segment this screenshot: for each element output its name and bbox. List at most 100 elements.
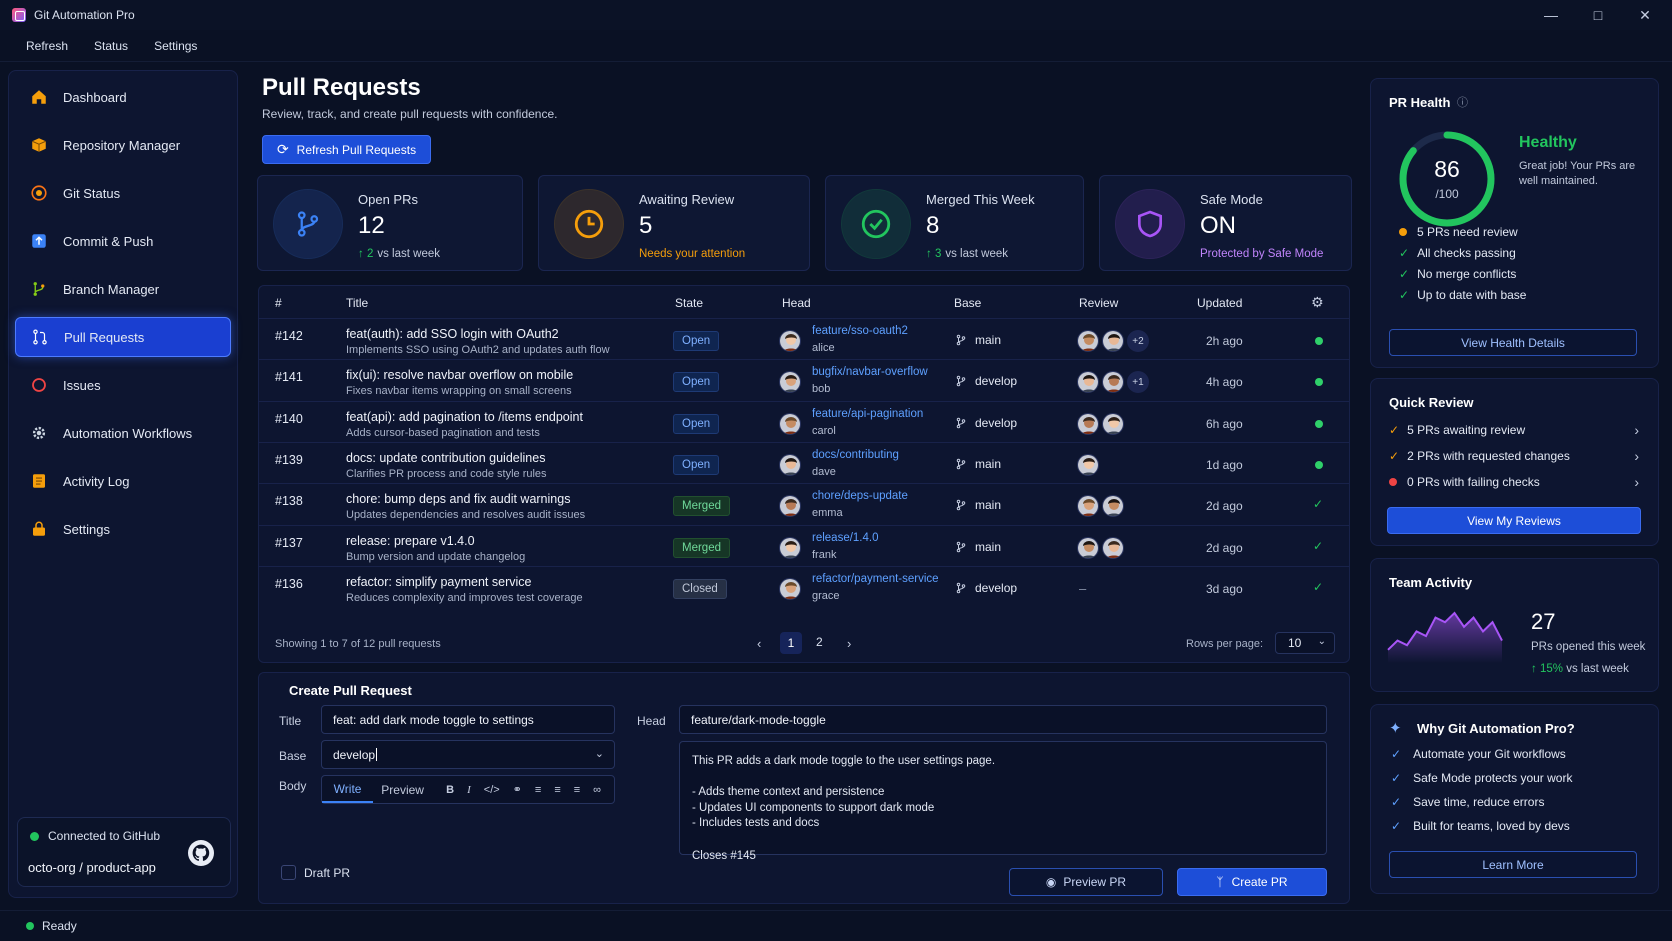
reviewer-avatar[interactable] <box>1102 412 1124 435</box>
col-base[interactable]: Base <box>954 296 981 310</box>
refresh-pull-requests-button[interactable]: ⟳ Refresh Pull Requests <box>262 135 431 164</box>
tab-preview[interactable]: Preview <box>373 783 432 797</box>
reviewer-avatar[interactable] <box>1102 371 1124 394</box>
author-avatar[interactable] <box>779 536 801 559</box>
sidebar-item-branch-manager[interactable]: Branch Manager <box>15 269 231 309</box>
table-row[interactable]: #136 refactor: simplify payment service Re… <box>259 565 1349 610</box>
pr-title[interactable]: release: prepare v1.4.0 <box>346 534 475 548</box>
link-icon[interactable]: ⚭ <box>513 783 522 796</box>
table-row[interactable]: #140 feat(api): add pagination to /items … <box>259 400 1349 445</box>
reviewer-avatar[interactable] <box>1077 453 1099 476</box>
code-icon[interactable]: </> <box>484 784 500 796</box>
quick-review-item[interactable]: ✓ 2 PRs with requested changes › <box>1389 447 1639 465</box>
sidebar-item-repository-manager[interactable]: Repository Manager <box>15 125 231 165</box>
more-reviewers-badge[interactable]: +2 <box>1127 330 1149 352</box>
prev-page-chevron-icon[interactable]: ‹ <box>757 636 761 651</box>
reviewer-avatar[interactable] <box>1077 371 1099 394</box>
page-2-button[interactable]: 2 <box>816 635 823 649</box>
view-health-details-button[interactable]: View Health Details <box>1389 329 1637 356</box>
numbered-list-icon[interactable]: ≡ <box>554 784 560 796</box>
table-row[interactable]: #137 release: prepare v1.4.0 Bump version … <box>259 524 1349 569</box>
italic-icon[interactable]: I <box>467 784 471 796</box>
col-title[interactable]: Title <box>346 296 368 310</box>
pr-body-textarea[interactable]: This PR adds a dark mode toggle to the u… <box>679 741 1327 862</box>
pr-title[interactable]: fix(ui): resolve navbar overflow on mobi… <box>346 368 573 382</box>
sidebar-item-issues[interactable]: Issues <box>15 365 231 405</box>
head-branch-link[interactable]: feature/api-pagination <box>812 408 923 420</box>
preview-pr-button[interactable]: ◉ Preview PR <box>1009 868 1163 896</box>
table-settings-gear-icon[interactable]: ⚙ <box>1311 294 1324 311</box>
pr-base-select[interactable]: develop ⌄ <box>321 740 615 769</box>
draft-pr-checkbox[interactable] <box>281 865 296 880</box>
bullet-list-icon[interactable]: ≡ <box>535 784 541 796</box>
quick-review-item[interactable]: ✓ 5 PRs awaiting review › <box>1389 421 1639 439</box>
pr-head-input[interactable]: feature/dark-mode-toggle <box>679 705 1327 734</box>
sidebar-item-automation-workflows[interactable]: Automation Workflows <box>15 413 231 453</box>
pr-title[interactable]: feat(api): add pagination to /items endp… <box>346 410 583 424</box>
head-branch-link[interactable]: bugfix/navbar-overflow <box>812 366 928 378</box>
col-updated[interactable]: Updated <box>1197 296 1242 310</box>
page-1-button[interactable]: 1 <box>780 632 802 654</box>
bold-icon[interactable]: B <box>446 784 454 796</box>
table-row[interactable]: #141 fix(ui): resolve navbar overflow on … <box>259 359 1349 403</box>
author-avatar[interactable] <box>779 412 801 435</box>
pr-number[interactable]: #139 <box>275 453 303 467</box>
head-branch-link[interactable]: feature/sso-oauth2 <box>812 325 908 337</box>
pr-number[interactable]: #137 <box>275 536 303 550</box>
pr-number[interactable]: #142 <box>275 329 303 343</box>
menu-status[interactable]: Status <box>94 39 128 53</box>
pr-title[interactable]: refactor: simplify payment service <box>346 575 531 589</box>
maximize-button[interactable]: □ <box>1575 0 1621 30</box>
pr-title-input[interactable]: feat: add dark mode toggle to settings <box>321 705 615 734</box>
author-avatar[interactable] <box>779 453 801 476</box>
menu-refresh[interactable]: Refresh <box>26 39 68 53</box>
head-branch-link[interactable]: docs/contributing <box>812 449 899 461</box>
author-avatar[interactable] <box>779 330 801 352</box>
create-pr-button[interactable]: ᛉ Create PR <box>1177 868 1327 896</box>
sidebar-item-pull-requests[interactable]: Pull Requests <box>15 317 231 357</box>
menu-settings[interactable]: Settings <box>154 39 197 53</box>
table-row[interactable]: #142 feat(auth): add SSO login with OAuth… <box>259 318 1349 362</box>
author-avatar[interactable] <box>779 577 801 600</box>
reviewer-avatar[interactable] <box>1077 412 1099 435</box>
tab-write[interactable]: Write <box>322 776 374 803</box>
author-avatar[interactable] <box>779 495 801 518</box>
head-branch-link[interactable]: refactor/payment-service <box>812 573 939 585</box>
pr-number[interactable]: #140 <box>275 412 303 426</box>
reviewer-avatar[interactable] <box>1102 495 1124 518</box>
head-branch-link[interactable]: release/1.4.0 <box>812 532 879 544</box>
table-row[interactable]: #139 docs: update contribution guidelines… <box>259 441 1349 486</box>
minimize-button[interactable]: — <box>1528 0 1574 30</box>
rows-per-page-select[interactable]: 10 ⌄ <box>1275 632 1335 654</box>
col-review[interactable]: Review <box>1079 296 1118 310</box>
pr-number[interactable]: #136 <box>275 577 303 591</box>
col-head[interactable]: Head <box>782 296 811 310</box>
pr-title[interactable]: docs: update contribution guidelines <box>346 451 545 465</box>
info-icon[interactable]: ⓘ <box>1457 94 1468 110</box>
author-avatar[interactable] <box>779 371 801 394</box>
more-reviewers-badge[interactable]: +1 <box>1127 371 1149 394</box>
col-state[interactable]: State <box>675 296 703 310</box>
sidebar-item-settings[interactable]: Settings <box>15 509 231 549</box>
reviewer-avatar[interactable] <box>1102 330 1124 352</box>
learn-more-button[interactable]: Learn More <box>1389 851 1637 878</box>
pr-number[interactable]: #141 <box>275 370 303 384</box>
sidebar-item-activity-log[interactable]: Activity Log <box>15 461 231 501</box>
view-my-reviews-button[interactable]: View My Reviews <box>1387 507 1641 534</box>
pr-title[interactable]: chore: bump deps and fix audit warnings <box>346 492 570 506</box>
reviewer-avatar[interactable] <box>1077 495 1099 518</box>
head-branch-link[interactable]: chore/deps-update <box>812 490 908 502</box>
next-page-chevron-icon[interactable]: › <box>847 636 851 651</box>
sidebar-item-git-status[interactable]: Git Status <box>15 173 231 213</box>
reviewer-avatar[interactable] <box>1077 330 1099 352</box>
sidebar-item-dashboard[interactable]: Dashboard <box>15 77 231 117</box>
attach-icon[interactable]: ∞ <box>593 784 601 796</box>
table-row[interactable]: #138 chore: bump deps and fix audit warni… <box>259 483 1349 527</box>
task-list-icon[interactable]: ≡ <box>574 784 580 796</box>
sidebar-item-commit-push[interactable]: Commit & Push <box>15 221 231 261</box>
pr-title[interactable]: feat(auth): add SSO login with OAuth2 <box>346 327 559 341</box>
reviewer-avatar[interactable] <box>1102 536 1124 559</box>
close-button[interactable]: ✕ <box>1622 0 1668 30</box>
github-icon[interactable] <box>188 840 214 866</box>
quick-review-item[interactable]: 0 PRs with failing checks › <box>1389 473 1639 491</box>
